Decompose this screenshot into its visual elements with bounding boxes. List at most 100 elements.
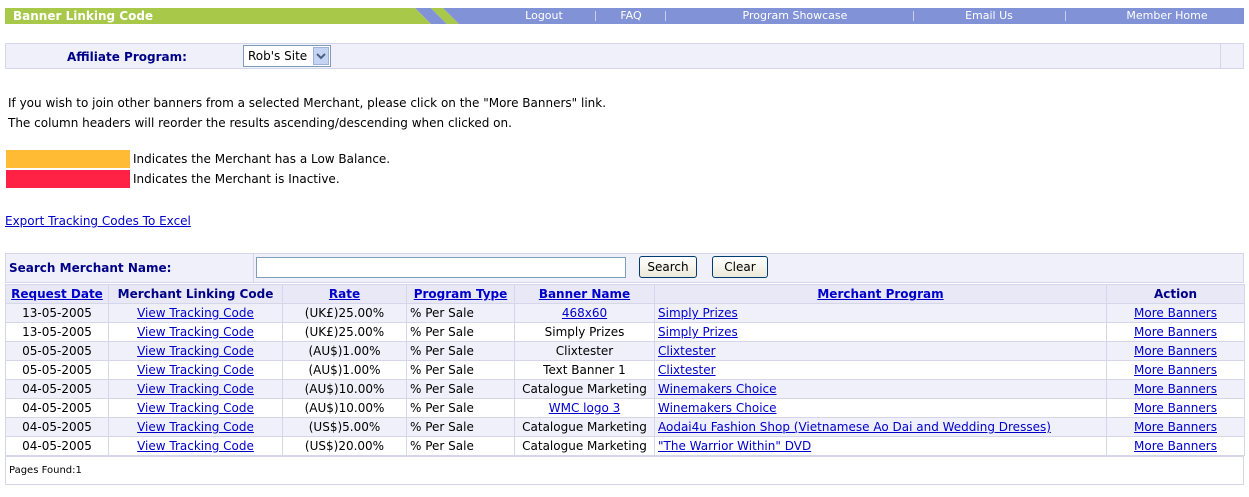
- view-tracking-code-link[interactable]: View Tracking Code: [137, 420, 254, 434]
- program-type-cell: % Per Sale: [410, 344, 474, 358]
- header-program-type[interactable]: Program Type: [406, 284, 515, 304]
- table-cell: % Per Sale: [406, 341, 515, 361]
- header-banner-name[interactable]: Banner Name: [514, 284, 655, 304]
- clear-button[interactable]: Clear: [712, 256, 768, 278]
- table-cell: Clixtester: [514, 341, 655, 361]
- table-cell: 04-05-2005: [5, 379, 109, 399]
- search-merchant-input[interactable]: [256, 257, 626, 278]
- table-cell: WMC logo 3: [514, 398, 655, 418]
- table-cell: More Banners: [1106, 417, 1245, 437]
- rate-cell: (UK£)25.00%: [304, 325, 385, 339]
- view-tracking-code-link[interactable]: View Tracking Code: [137, 306, 254, 320]
- table-row: 13-05-2005 View Tracking Code (UK£)25.00%%…: [5, 303, 1245, 323]
- view-tracking-code-link[interactable]: View Tracking Code: [137, 382, 254, 396]
- affiliate-program-row: Affiliate Program: Rob's Site: [5, 43, 1244, 69]
- banner-name-link[interactable]: WMC logo 3: [549, 401, 621, 415]
- banner-name-link[interactable]: 468x60: [562, 306, 607, 320]
- affiliate-program-selected: Rob's Site: [248, 49, 308, 63]
- table-row: 04-05-2005 View Tracking Code (US$)20.00%%…: [5, 436, 1245, 456]
- table-cell: Simply Prizes: [654, 303, 1107, 323]
- inactive-legend: Indicates the Merchant is Inactive.: [133, 172, 340, 186]
- table-header-row: Request Date Merchant Linking Code Rate …: [5, 284, 1245, 304]
- rate-cell: (AU$)1.00%: [308, 363, 381, 377]
- more-banners-link[interactable]: More Banners: [1134, 363, 1217, 377]
- table-cell: Aodai4u Fashion Shop (Vietnamese Ao Dai …: [654, 417, 1107, 437]
- table-cell: View Tracking Code: [108, 303, 283, 323]
- table-cell: 04-05-2005: [5, 417, 109, 437]
- nav-member-home[interactable]: Member Home: [1115, 9, 1219, 22]
- table-cell: Catalogue Marketing: [514, 417, 655, 437]
- more-banners-link[interactable]: More Banners: [1134, 401, 1217, 415]
- pages-found: Pages Found:1: [9, 465, 82, 476]
- merchant-program-link[interactable]: "The Warrior Within" DVD: [658, 439, 811, 453]
- nav-separator: [665, 11, 666, 21]
- request-date-cell: 04-05-2005: [22, 420, 92, 434]
- request-date-cell: 04-05-2005: [22, 401, 92, 415]
- table-row: 13-05-2005 View Tracking Code (UK£)25.00%%…: [5, 322, 1245, 342]
- table-cell: 05-05-2005: [5, 341, 109, 361]
- view-tracking-code-link[interactable]: View Tracking Code: [137, 344, 254, 358]
- program-type-cell: % Per Sale: [410, 420, 474, 434]
- banner-name-cell: Catalogue Marketing: [522, 382, 647, 396]
- merchant-program-link[interactable]: Winemakers Choice: [658, 382, 777, 396]
- chevron-down-icon[interactable]: [313, 47, 329, 65]
- table-cell: 04-05-2005: [5, 398, 109, 418]
- export-excel-link[interactable]: Export Tracking Codes To Excel: [5, 214, 191, 228]
- program-type-cell: % Per Sale: [410, 306, 474, 320]
- nav-separator: [913, 11, 914, 21]
- more-banners-link[interactable]: More Banners: [1134, 439, 1217, 453]
- view-tracking-code-link[interactable]: View Tracking Code: [137, 401, 254, 415]
- nav-program-showcase[interactable]: Program Showcase: [705, 9, 885, 22]
- search-merchant-label: Search Merchant Name:: [9, 261, 172, 275]
- table-cell: View Tracking Code: [108, 341, 283, 361]
- table-cell: % Per Sale: [406, 303, 515, 323]
- view-tracking-code-link[interactable]: View Tracking Code: [137, 439, 254, 453]
- table-cell: % Per Sale: [406, 398, 515, 418]
- rate-cell: (US$)5.00%: [308, 420, 381, 434]
- table-cell: % Per Sale: [406, 417, 515, 437]
- nav-email-us[interactable]: Email Us: [945, 9, 1033, 22]
- table-cell: More Banners: [1106, 322, 1245, 342]
- table-cell: More Banners: [1106, 398, 1245, 418]
- view-tracking-code-link[interactable]: View Tracking Code: [137, 325, 254, 339]
- search-button[interactable]: Search: [639, 256, 697, 278]
- affiliate-program-select[interactable]: Rob's Site: [243, 45, 331, 67]
- nav-logout[interactable]: Logout: [511, 9, 577, 22]
- merchant-program-link[interactable]: Clixtester: [658, 363, 716, 377]
- header-rate[interactable]: Rate: [282, 284, 407, 304]
- table-cell: % Per Sale: [406, 322, 515, 342]
- view-tracking-code-link[interactable]: View Tracking Code: [137, 363, 254, 377]
- rate-cell: (AU$)1.00%: [308, 344, 381, 358]
- merchant-program-link[interactable]: Clixtester: [658, 344, 716, 358]
- merchant-program-link[interactable]: Aodai4u Fashion Shop (Vietnamese Ao Dai …: [658, 420, 1051, 434]
- table-cell: Clixtester: [654, 341, 1107, 361]
- more-banners-link[interactable]: More Banners: [1134, 344, 1217, 358]
- table-cell: % Per Sale: [406, 436, 515, 456]
- more-banners-link[interactable]: More Banners: [1134, 382, 1217, 396]
- table-cell: Clixtester: [654, 360, 1107, 380]
- banner-name-cell: Simply Prizes: [544, 325, 625, 339]
- info-more-banners: If you wish to join other banners from a…: [8, 96, 607, 110]
- more-banners-link[interactable]: More Banners: [1134, 420, 1217, 434]
- header-request-date[interactable]: Request Date: [5, 284, 109, 304]
- request-date-cell: 05-05-2005: [22, 363, 92, 377]
- program-type-cell: % Per Sale: [410, 439, 474, 453]
- table-cell: (UK£)25.00%: [282, 303, 407, 323]
- low-balance-legend: Indicates the Merchant has a Low Balance…: [133, 152, 391, 166]
- rate-cell: (AU$)10.00%: [304, 401, 385, 415]
- table-cell: View Tracking Code: [108, 360, 283, 380]
- more-banners-link[interactable]: More Banners: [1134, 306, 1217, 320]
- table-cell: 04-05-2005: [5, 436, 109, 456]
- program-type-cell: % Per Sale: [410, 401, 474, 415]
- request-date-cell: 04-05-2005: [22, 382, 92, 396]
- table-cell: 13-05-2005: [5, 303, 109, 323]
- nav-faq[interactable]: FAQ: [611, 9, 651, 22]
- merchant-program-link[interactable]: Simply Prizes: [658, 306, 738, 320]
- more-banners-link[interactable]: More Banners: [1134, 325, 1217, 339]
- table-row: 04-05-2005 View Tracking Code (AU$)10.00%%…: [5, 398, 1245, 418]
- program-type-cell: % Per Sale: [410, 382, 474, 396]
- table-row: 04-05-2005 View Tracking Code (US$)5.00% % …: [5, 417, 1245, 437]
- merchant-program-link[interactable]: Simply Prizes: [658, 325, 738, 339]
- header-merchant-program[interactable]: Merchant Program: [654, 284, 1107, 304]
- merchant-program-link[interactable]: Winemakers Choice: [658, 401, 777, 415]
